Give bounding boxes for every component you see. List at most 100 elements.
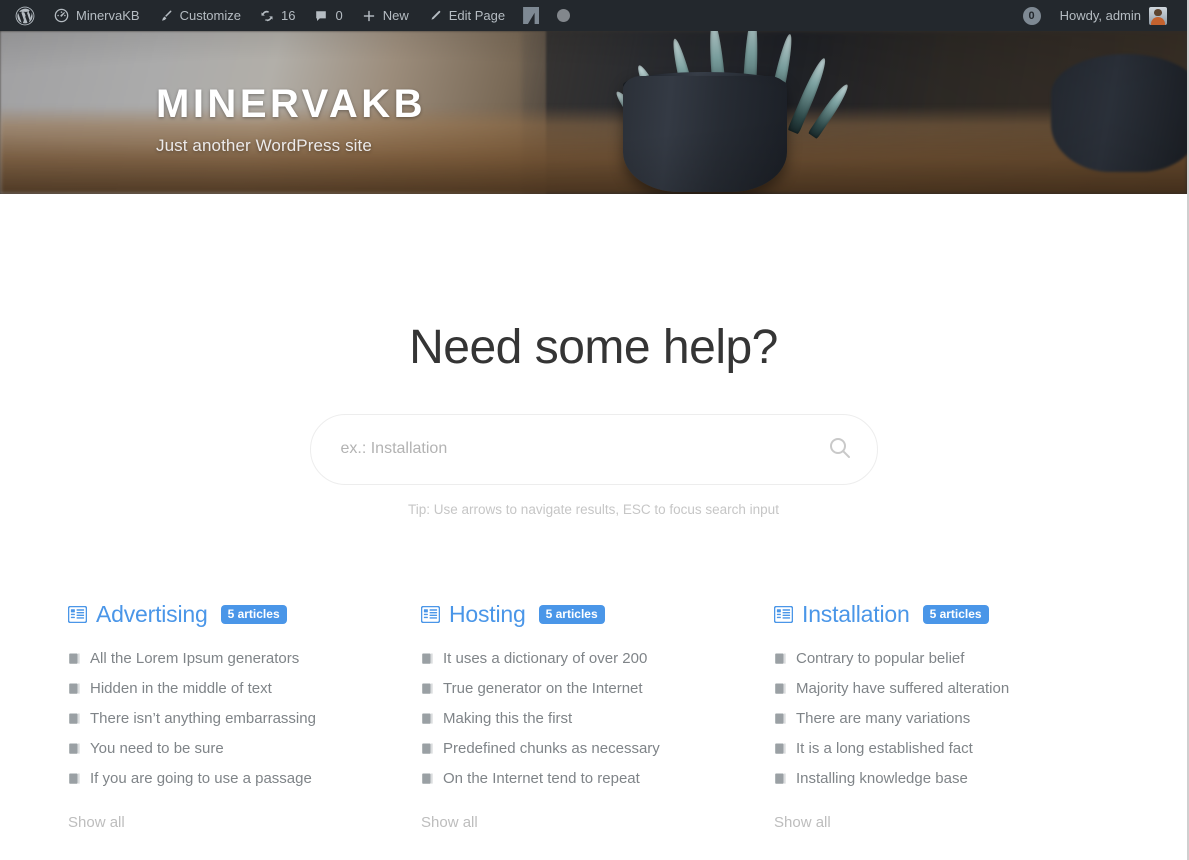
article-title: Making this the first (443, 709, 573, 727)
wordpress-logo-menu[interactable] (6, 0, 44, 31)
list-item[interactable]: Predefined chunks as necessary (421, 740, 774, 757)
article-title: If you are going to use a passage (90, 769, 312, 787)
list-item[interactable]: There isn’t anything embarrassing (68, 710, 421, 727)
edit-page-button[interactable]: Edit Page (418, 0, 514, 31)
search-submit-button[interactable] (825, 434, 855, 464)
article-title: You need to be sure (90, 739, 224, 757)
list-item[interactable]: Contrary to popular belief (774, 650, 1127, 667)
list-item[interactable]: You need to be sure (68, 740, 421, 757)
list-item[interactable]: Installing knowledge base (774, 770, 1127, 787)
article-title: It is a long established fact (796, 739, 973, 757)
dashboard-speedometer-icon (53, 7, 70, 24)
category-header: Advertising 5 articles (68, 601, 421, 628)
page-root: MinervaKB Customize 16 0 New Edit Page 0… (0, 0, 1189, 860)
article-book-icon (774, 682, 787, 695)
circle-dot-icon (557, 9, 571, 22)
update-refresh-icon (259, 8, 275, 24)
kb-category-column: Installation 5 articles Contrary to popu… (774, 601, 1127, 832)
article-list: It uses a dictionary of over 200 True ge… (421, 650, 774, 787)
site-name-menu[interactable]: MinervaKB (44, 0, 149, 31)
list-item[interactable]: It uses a dictionary of over 200 (421, 650, 774, 667)
comments-button[interactable]: 0 (304, 0, 351, 31)
category-title[interactable]: Hosting (449, 601, 526, 628)
article-book-icon (68, 682, 81, 695)
pencil-icon (427, 8, 443, 24)
article-title: It uses a dictionary of over 200 (443, 649, 648, 667)
wp-admin-bar: MinervaKB Customize 16 0 New Edit Page 0… (0, 0, 1187, 31)
article-book-icon (774, 712, 787, 725)
wordpress-logo-icon (15, 6, 35, 26)
updates-count: 16 (281, 8, 296, 23)
article-book-icon (421, 772, 434, 785)
comments-count: 0 (335, 8, 343, 23)
yoast-seo-menu[interactable] (514, 0, 548, 31)
list-item[interactable]: It is a long established fact (774, 740, 1127, 757)
notifications-button[interactable]: 0 (1014, 0, 1052, 31)
notifications-count-badge: 0 (1022, 6, 1041, 25)
updates-button[interactable]: 16 (250, 0, 304, 31)
search-icon (827, 435, 853, 464)
admin-bar-left-group: MinervaKB Customize 16 0 New Edit Page (6, 0, 579, 31)
site-title[interactable]: MINERVAKB (156, 84, 1187, 124)
category-header: Hosting 5 articles (421, 601, 774, 628)
howdy-label: Howdy, admin (1059, 8, 1141, 23)
edit-page-label: Edit Page (448, 8, 506, 23)
list-item[interactable]: Making this the first (421, 710, 774, 727)
category-list-icon (68, 605, 87, 623)
article-book-icon (421, 652, 434, 665)
site-tagline: Just another WordPress site (156, 136, 372, 155)
list-item[interactable]: If you are going to use a passage (68, 770, 421, 787)
list-item[interactable]: All the Lorem Ipsum generators (68, 650, 421, 667)
article-list: Contrary to popular belief Majority have… (774, 650, 1127, 787)
site-branding: MINERVAKB Just another WordPress site (0, 31, 1187, 156)
category-list-icon (774, 605, 793, 623)
list-item[interactable]: On the Internet tend to repeat (421, 770, 774, 787)
paintbrush-icon (158, 8, 174, 24)
show-all-link[interactable]: Show all (774, 814, 831, 831)
category-list-icon (421, 605, 440, 623)
show-all-link[interactable]: Show all (68, 814, 125, 831)
search-tip: Tip: Use arrows to navigate results, ESC… (408, 501, 779, 517)
article-title: Installing knowledge base (796, 769, 968, 787)
list-item[interactable]: True generator on the Internet (421, 680, 774, 697)
kb-category-column: Advertising 5 articles All the Lorem Ips… (68, 601, 421, 832)
category-article-count-badge: 5 articles (922, 604, 989, 624)
kb-search-box[interactable] (309, 413, 878, 485)
page-title: Need some help? (409, 321, 778, 374)
plus-icon (361, 8, 377, 24)
article-title: True generator on the Internet (443, 679, 643, 697)
customize-button[interactable]: Customize (149, 0, 250, 31)
new-content-button[interactable]: New (352, 0, 418, 31)
article-title: Hidden in the middle of text (90, 679, 272, 697)
article-list: All the Lorem Ipsum generators Hidden in… (68, 650, 421, 787)
article-title: Predefined chunks as necessary (443, 739, 660, 757)
article-title: Majority have suffered alteration (796, 679, 1010, 697)
article-book-icon (774, 772, 787, 785)
category-article-count-badge: 5 articles (220, 604, 287, 624)
article-book-icon (421, 742, 434, 755)
kb-category-column: Hosting 5 articles It uses a dictionary … (421, 601, 774, 832)
list-item[interactable]: Majority have suffered alteration (774, 680, 1127, 697)
article-book-icon (421, 682, 434, 695)
show-all-link[interactable]: Show all (421, 814, 478, 831)
kb-search-section: Need some help? Tip: Use arrows to navig… (0, 194, 1187, 517)
category-title[interactable]: Advertising (96, 601, 208, 628)
article-book-icon (68, 772, 81, 785)
list-item[interactable]: Hidden in the middle of text (68, 680, 421, 697)
article-book-icon (68, 712, 81, 725)
my-account-menu[interactable]: Howdy, admin (1052, 0, 1177, 31)
avatar (1149, 6, 1167, 25)
status-dot-menu[interactable] (548, 0, 579, 31)
category-title[interactable]: Installation (802, 601, 910, 628)
category-article-count-badge: 5 articles (538, 604, 605, 624)
article-title: Contrary to popular belief (796, 649, 965, 667)
yoast-seo-icon (523, 7, 540, 24)
list-item[interactable]: There are many variations (774, 710, 1127, 727)
article-book-icon (68, 742, 81, 755)
article-title: All the Lorem Ipsum generators (90, 649, 300, 667)
site-header-banner: MINERVAKB Just another WordPress site (0, 31, 1187, 194)
search-input[interactable] (310, 414, 877, 484)
new-label: New (382, 8, 409, 23)
kb-category-columns: Advertising 5 articles All the Lorem Ips… (0, 517, 1187, 832)
article-book-icon (421, 712, 434, 725)
